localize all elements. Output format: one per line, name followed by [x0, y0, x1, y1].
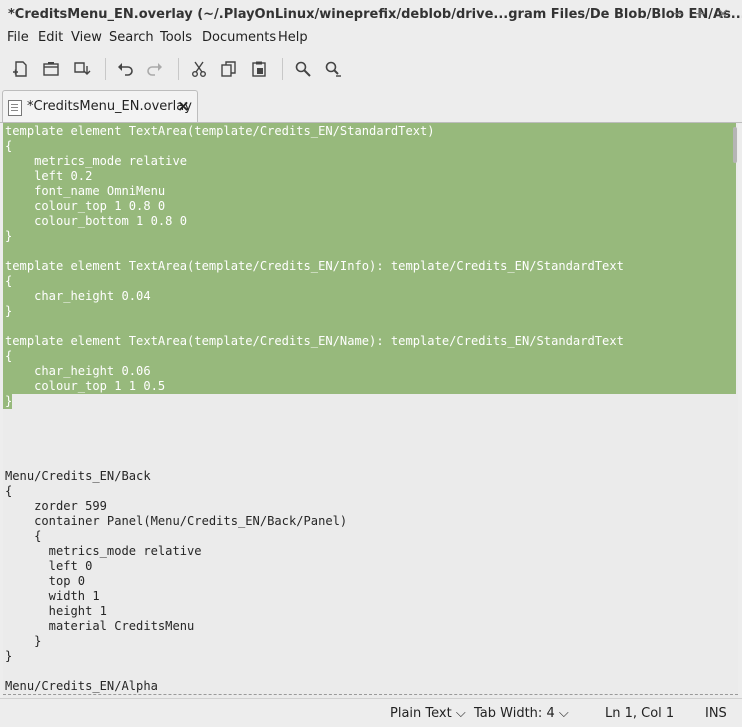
paste-icon[interactable]	[248, 58, 270, 80]
toolbar-separator	[178, 58, 179, 80]
toolbar-separator	[105, 58, 106, 80]
document-tab-bar: *CreditsMenu_EN.overlay ×	[0, 88, 742, 123]
code-line-selected[interactable]: font_name OmniMenu	[5, 184, 624, 199]
menu-help[interactable]: Help	[278, 30, 308, 45]
undo-icon[interactable]	[114, 58, 136, 80]
menu-view[interactable]: View	[71, 30, 102, 45]
text-editor[interactable]: template element TextArea(template/Credi…	[3, 123, 738, 698]
code-line-selected[interactable]	[5, 244, 624, 259]
minimize-icon[interactable]: −	[669, 5, 687, 23]
window-title: *CreditsMenu_EN.overlay (~/.PlayOnLinux/…	[8, 7, 742, 22]
code-line[interactable]	[5, 454, 624, 469]
code-line[interactable]: Menu/Credits_EN/Alpha	[5, 679, 624, 694]
code-line-selected[interactable]: char_height 0.04	[5, 289, 624, 304]
status-bar: Plain Text ⌵ Tab Width: 4 ⌵ Ln 1, Col 1 …	[0, 698, 742, 727]
code-line[interactable]: height 1	[5, 604, 624, 619]
code-line-selected[interactable]: }	[5, 304, 624, 319]
maximize-icon[interactable]: +	[691, 5, 709, 23]
code-line-selected[interactable]: colour_top 1 0.8 0	[5, 199, 624, 214]
code-line-selected[interactable]: template element TextArea(template/Credi…	[5, 124, 624, 139]
cursor-position: Ln 1, Col 1	[605, 706, 675, 721]
insert-mode[interactable]: INS	[705, 706, 727, 721]
code-line[interactable]: zorder 599	[5, 499, 624, 514]
tab-creditsmenu-en-overlay[interactable]: *CreditsMenu_EN.overlay ×	[2, 90, 198, 122]
language-selector[interactable]: Plain Text ⌵	[390, 706, 466, 721]
toolbar-separator	[282, 58, 283, 80]
menu-file[interactable]: File	[7, 30, 29, 45]
page-break-line	[3, 694, 738, 695]
code-line[interactable]: {	[5, 529, 624, 544]
menu-documents[interactable]: Documents	[202, 30, 276, 45]
tab-width-label: Tab Width:	[474, 706, 543, 721]
code-line[interactable]	[5, 409, 624, 424]
vertical-scrollbar[interactable]	[733, 127, 737, 163]
menu-search[interactable]: Search	[109, 30, 154, 45]
tab-close-icon[interactable]: ×	[177, 97, 190, 115]
new-document-icon[interactable]	[10, 58, 32, 80]
save-icon[interactable]	[71, 58, 93, 80]
close-icon[interactable]: ×	[714, 5, 732, 23]
chevron-down-icon: ⌵	[558, 706, 569, 721]
menu-tools[interactable]: Tools	[160, 30, 192, 45]
title-bar: *CreditsMenu_EN.overlay (~/.PlayOnLinux/…	[0, 0, 742, 28]
code-line[interactable]: container Panel(Menu/Credits_EN/Back/Pan…	[5, 514, 624, 529]
code-line[interactable]: metrics_mode relative	[5, 544, 624, 559]
tab-label: *CreditsMenu_EN.overlay	[27, 99, 192, 114]
code-line[interactable]: }	[5, 649, 624, 664]
code-line[interactable]: width 1	[5, 589, 624, 604]
code-area[interactable]: template element TextArea(template/Credi…	[5, 124, 624, 694]
code-line-selected[interactable]: char_height 0.06	[5, 364, 624, 379]
code-line-selected[interactable]: colour_top 1 1 0.5	[5, 379, 624, 394]
code-line[interactable]: Menu/Credits_EN/Back	[5, 469, 624, 484]
code-line[interactable]: left 0	[5, 559, 624, 574]
code-line[interactable]	[5, 664, 624, 679]
language-label: Plain Text	[390, 706, 452, 721]
document-icon	[8, 100, 22, 116]
toolbar	[0, 52, 742, 86]
code-line-selected[interactable]: {	[5, 139, 624, 154]
code-line[interactable]: }	[5, 634, 624, 649]
search-icon[interactable]	[292, 58, 314, 80]
copy-icon[interactable]	[218, 58, 240, 80]
code-line-selected[interactable]: template element TextArea(template/Credi…	[5, 334, 624, 349]
code-line-selected[interactable]	[5, 319, 624, 334]
open-icon[interactable]	[40, 58, 62, 80]
code-line-selected[interactable]: metrics_mode relative	[5, 154, 624, 169]
code-line-selected[interactable]: }	[5, 394, 624, 409]
code-line[interactable]	[5, 439, 624, 454]
code-line-selected[interactable]: }	[5, 229, 624, 244]
code-line[interactable]: {	[5, 484, 624, 499]
search-replace-icon[interactable]	[322, 58, 344, 80]
redo-icon[interactable]	[144, 58, 166, 80]
code-line[interactable]: top 0	[5, 574, 624, 589]
code-line-selected[interactable]: {	[5, 349, 624, 364]
cut-icon[interactable]	[188, 58, 210, 80]
code-line-selected[interactable]: template element TextArea(template/Credi…	[5, 259, 624, 274]
code-line-selected[interactable]: colour_bottom 1 0.8 0	[5, 214, 624, 229]
menu-edit[interactable]: Edit	[38, 30, 63, 45]
code-line[interactable]	[5, 424, 624, 439]
tab-width-selector[interactable]: Tab Width: 4 ⌵	[474, 706, 569, 721]
code-line-selected[interactable]: {	[5, 274, 624, 289]
menu-bar: File Edit View Search Tools Documents He…	[0, 28, 742, 48]
code-line[interactable]: material CreditsMenu	[5, 619, 624, 634]
code-line-selected[interactable]: left 0.2	[5, 169, 624, 184]
chevron-down-icon: ⌵	[455, 706, 466, 721]
tab-width-value: 4	[546, 706, 555, 721]
